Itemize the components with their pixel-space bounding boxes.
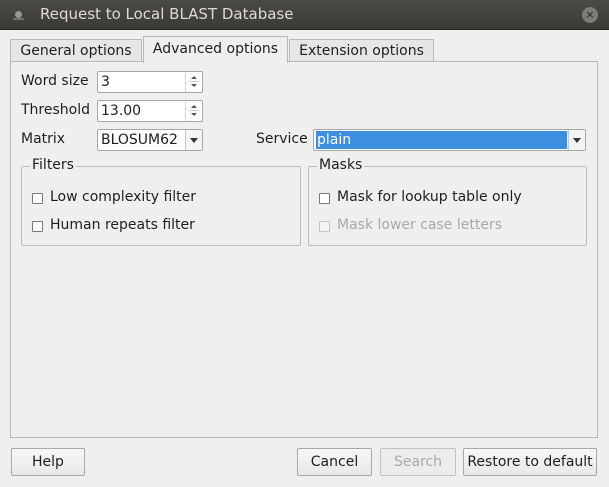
spin-down-icon[interactable] (191, 84, 197, 87)
tab-extension-options[interactable]: Extension options (289, 39, 434, 63)
close-icon[interactable]: × (582, 7, 598, 23)
spin-divider (189, 81, 199, 82)
human-repeats-checkbox[interactable] (32, 221, 43, 232)
threshold-stepper[interactable] (185, 101, 202, 121)
tab-general-options[interactable]: General options (10, 39, 142, 63)
matrix-value[interactable]: BLOSUM62 (101, 132, 178, 148)
mask-lowercase-checkbox (319, 221, 330, 232)
window-title: Request to Local BLAST Database (40, 5, 294, 23)
human-repeats-label[interactable]: Human repeats filter (50, 217, 195, 233)
filters-title: Filters (30, 157, 76, 173)
matrix-select[interactable]: BLOSUM62 (97, 129, 203, 151)
threshold-value[interactable]: 13.00 (101, 103, 141, 119)
mask-lowercase-label: Mask lower case letters (337, 217, 503, 233)
low-complexity-label[interactable]: Low complexity filter (50, 189, 196, 205)
restore-default-button[interactable]: Restore to default (463, 448, 597, 476)
mask-lookup-checkbox[interactable] (319, 193, 330, 204)
word-size-stepper[interactable] (185, 72, 202, 92)
service-select[interactable]: plain (313, 129, 586, 151)
word-size-spinbox[interactable]: 3 (97, 71, 203, 93)
service-value[interactable]: plain (316, 131, 567, 149)
filters-group: Filters Low complexity filter Human repe… (21, 157, 301, 246)
spin-divider (189, 110, 199, 111)
spin-up-icon[interactable] (191, 76, 197, 79)
spin-down-icon[interactable] (191, 113, 197, 116)
window-menu-icon[interactable] (13, 11, 24, 20)
spin-up-icon[interactable] (191, 105, 197, 108)
service-label: Service (256, 131, 308, 147)
help-button[interactable]: Help (11, 448, 85, 476)
advanced-options-panel: Word size 3 Threshold 13.00 Matrix BLOSU… (10, 61, 598, 438)
matrix-label: Matrix (21, 131, 66, 147)
masks-group: Masks Mask for lookup table only Mask lo… (308, 157, 587, 246)
threshold-spinbox[interactable]: 13.00 (97, 100, 203, 122)
title-bar: Request to Local BLAST Database × (0, 0, 609, 30)
tab-advanced-options[interactable]: Advanced options (143, 36, 288, 63)
masks-title: Masks (317, 157, 365, 173)
chevron-down-icon[interactable] (185, 130, 202, 150)
mask-lookup-label[interactable]: Mask for lookup table only (337, 189, 522, 205)
low-complexity-checkbox[interactable] (32, 193, 43, 204)
cancel-button[interactable]: Cancel (297, 448, 372, 476)
search-button: Search (380, 448, 456, 476)
chevron-down-icon[interactable] (568, 130, 585, 150)
word-size-label: Word size (21, 73, 89, 89)
threshold-label: Threshold (21, 102, 90, 118)
dialog-body: General options Advanced options Extensi… (0, 30, 609, 487)
word-size-value[interactable]: 3 (101, 74, 110, 90)
